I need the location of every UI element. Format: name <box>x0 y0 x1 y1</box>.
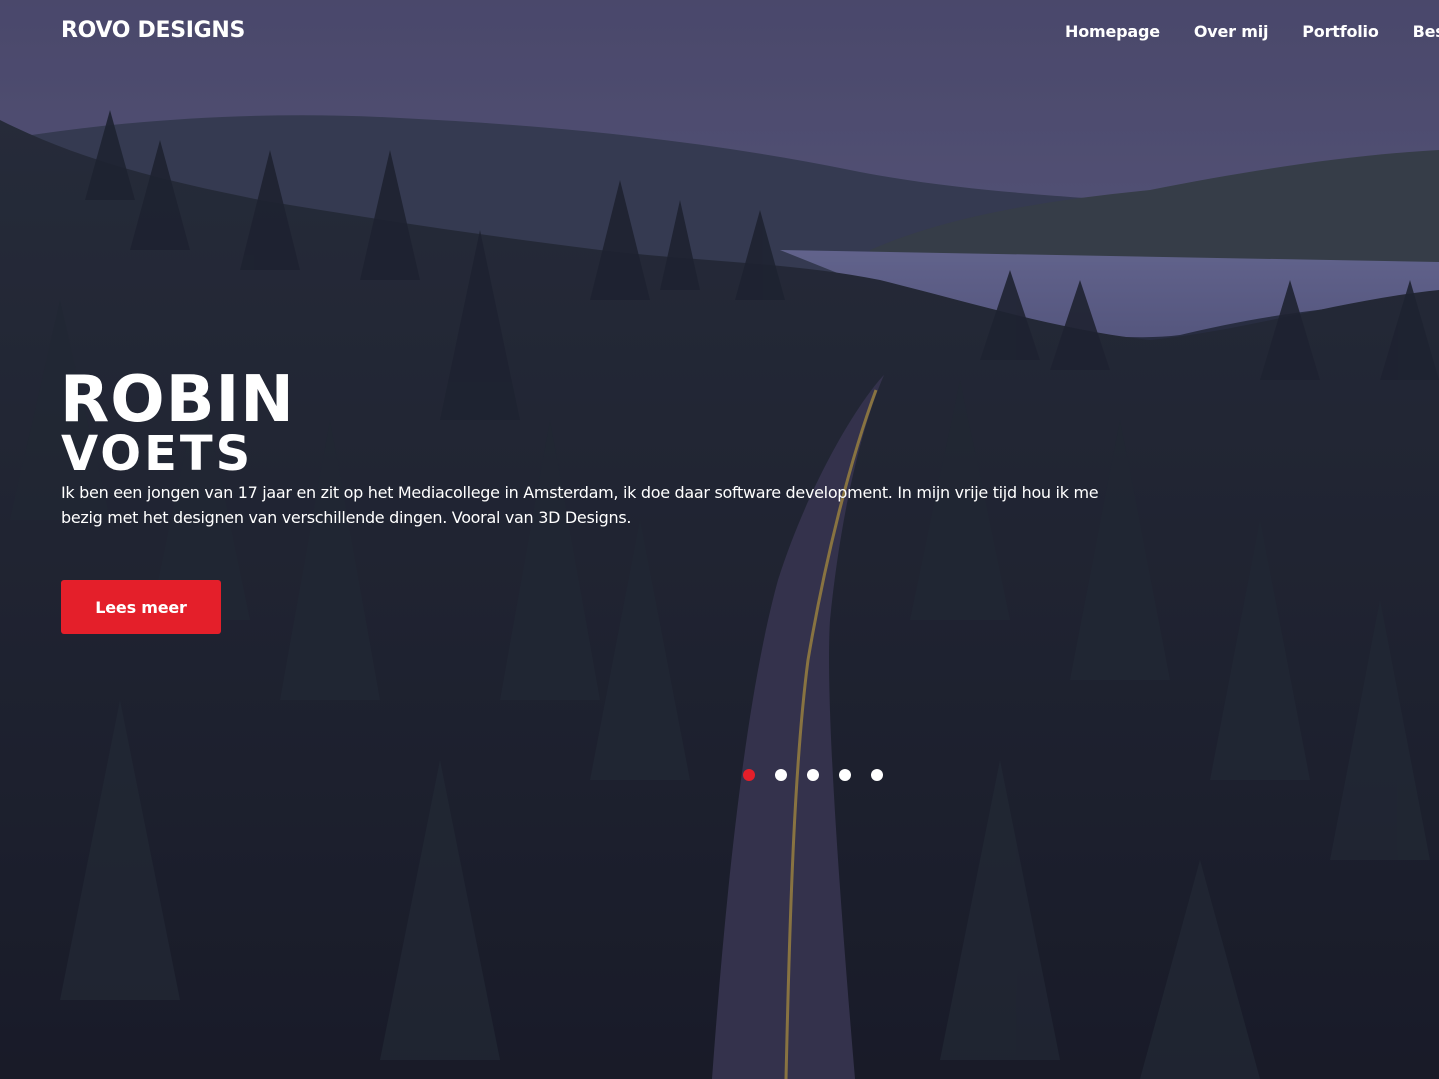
hero-intro-text: Ik ben een jongen van 17 jaar en zit op … <box>61 483 1099 527</box>
hero-section: ROVO DESIGNS Homepage Over mij Portfolio… <box>0 0 1439 1079</box>
top-navigation: ROVO DESIGNS Homepage Over mij Portfolio… <box>0 0 1439 64</box>
slider-dot-4[interactable] <box>839 769 851 781</box>
hero-overlay <box>0 0 1439 1079</box>
site-logo[interactable]: ROVO DESIGNS <box>61 18 245 43</box>
slider-dot-5[interactable] <box>871 769 883 781</box>
read-more-button[interactable]: Lees meer <box>61 580 221 634</box>
slider-pagination <box>743 769 883 781</box>
hero-last-name: VOETS <box>61 426 254 482</box>
nav-link-over-mij[interactable]: Over mij <box>1194 22 1269 41</box>
nav-link-homepage[interactable]: Homepage <box>1065 22 1160 41</box>
nav-link-portfolio[interactable]: Portfolio <box>1302 22 1379 41</box>
slider-dot-2[interactable] <box>775 769 787 781</box>
nav-link-bestel[interactable]: Bestel <box>1413 22 1439 41</box>
slider-dot-3[interactable] <box>807 769 819 781</box>
nav-menu: Homepage Over mij Portfolio Bestel <box>1065 22 1439 41</box>
slider-dot-1[interactable] <box>743 769 755 781</box>
